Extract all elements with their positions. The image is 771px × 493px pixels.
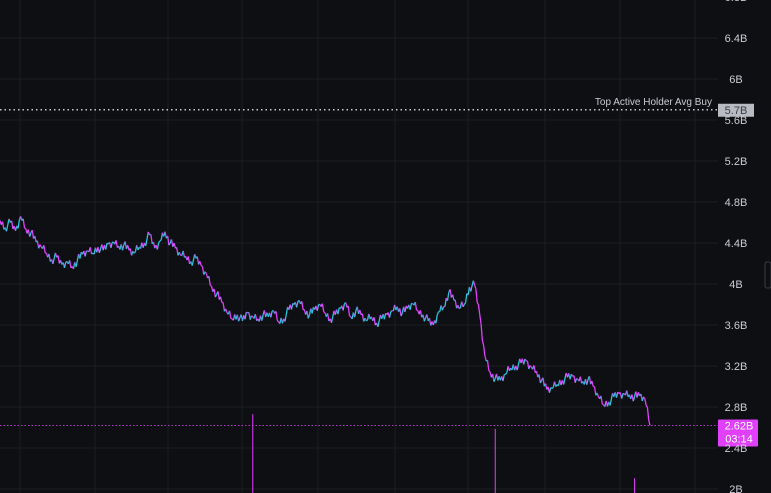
series-segment xyxy=(323,311,326,314)
series-segment xyxy=(159,239,162,242)
series-segment xyxy=(390,310,393,313)
y-tick-label: 6.8B xyxy=(725,0,748,4)
y-tick-label: 3.2B xyxy=(725,361,748,373)
series-segment xyxy=(349,315,352,318)
y-tick-label: 2B xyxy=(729,484,742,493)
y-tick-label: 2.4B xyxy=(725,443,748,455)
series-segment xyxy=(200,265,203,267)
series-segment xyxy=(601,403,604,406)
series-segment xyxy=(458,307,461,310)
y-tick-label: 2.8B xyxy=(725,402,748,414)
series-segment xyxy=(209,284,212,287)
series-segment xyxy=(576,378,579,380)
y-tick-label: 4.4B xyxy=(725,238,748,250)
y-tick-label: 5.2B xyxy=(725,156,748,168)
price-chart[interactable]: Top Active Holder Avg Buy 5.7B 2.62B 03:14 … xyxy=(0,0,771,493)
reference-line-label: Top Active Holder Avg Buy xyxy=(595,97,712,108)
y-tick-label: 4B xyxy=(729,279,742,291)
current-price-label: 2.62B xyxy=(725,420,754,432)
y-tick-label: 6.4B xyxy=(725,33,748,45)
series-segment xyxy=(416,309,419,312)
price-chart-svg[interactable]: Top Active Holder Avg Buy5.7B2.62B03:14 … xyxy=(0,0,771,493)
y-tick-label: 5.6B xyxy=(725,115,748,127)
chart-background xyxy=(0,0,771,493)
y-tick-label: 4.8B xyxy=(725,197,748,209)
series-segment xyxy=(365,319,368,322)
series-segment xyxy=(24,227,27,230)
series-segment xyxy=(551,387,554,390)
y-tick-label: 3.6B xyxy=(725,320,748,332)
y-tick-label: 6B xyxy=(729,74,742,86)
series-segment xyxy=(251,315,254,318)
